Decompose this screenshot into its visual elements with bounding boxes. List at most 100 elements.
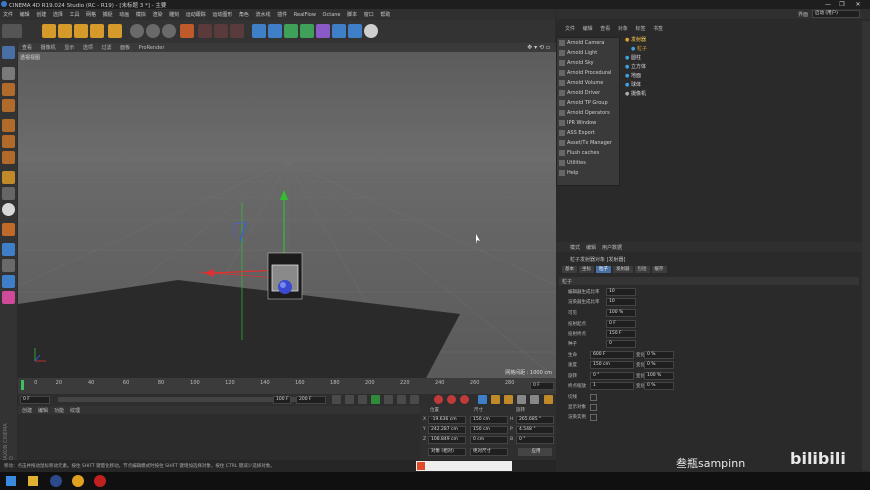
end-frame-field[interactable]: 100 F bbox=[273, 396, 291, 404]
attr-tab-basic[interactable]: 基本 bbox=[562, 266, 577, 273]
menu-item-arnold-camera[interactable]: Arnold Camera bbox=[558, 39, 616, 49]
object-row-particles[interactable]: ● 粒子 bbox=[619, 45, 862, 54]
menu-script[interactable]: 脚本 bbox=[347, 11, 357, 18]
windows-start-icon[interactable] bbox=[6, 476, 16, 486]
menu-render[interactable]: 渲染 bbox=[152, 11, 162, 18]
menu-item-ipr-window[interactable]: IPR Window bbox=[558, 119, 616, 129]
menu-select[interactable]: 选择 bbox=[53, 11, 63, 18]
current-frame-field[interactable]: 0 F bbox=[530, 382, 554, 390]
object-row-sphere[interactable]: ● 球体 bbox=[619, 81, 862, 90]
render-instances-checkbox[interactable] bbox=[590, 414, 597, 421]
keyframe-selection-icon[interactable] bbox=[460, 395, 469, 404]
subdivision-icon[interactable] bbox=[284, 24, 298, 38]
next-frame-icon[interactable] bbox=[384, 395, 393, 404]
param-lifetime-field[interactable]: 600 F bbox=[590, 351, 634, 359]
lock-workplane-icon[interactable] bbox=[2, 223, 15, 236]
size-y-field[interactable]: 150 cm bbox=[470, 426, 508, 434]
object-row-cube[interactable]: ● 立方体 bbox=[619, 63, 862, 72]
vp-menu-options[interactable]: 选项 bbox=[83, 44, 93, 51]
select-tool-icon[interactable] bbox=[42, 24, 56, 38]
position-y-field[interactable]: 242.287 cm bbox=[428, 426, 466, 434]
position-z-field[interactable]: 108.849 cm bbox=[428, 436, 466, 444]
render-view-icon[interactable] bbox=[198, 24, 212, 38]
menu-item-flush-caches[interactable]: Flush caches bbox=[558, 149, 616, 159]
menu-item-asset-tx-manager[interactable]: Asset/Tx Manager bbox=[558, 139, 616, 149]
param-rotation-field[interactable]: 0 ° bbox=[590, 372, 634, 380]
vp-menu-display[interactable]: 显示 bbox=[64, 44, 74, 51]
next-key-icon[interactable] bbox=[397, 395, 406, 404]
param-editor-rate-field[interactable]: 10 bbox=[606, 288, 636, 296]
chrome-icon[interactable] bbox=[72, 475, 84, 487]
max-frame-field[interactable]: 200 F bbox=[296, 396, 326, 404]
close-button[interactable]: ✕ bbox=[852, 1, 864, 8]
menu-item-arnold-volume[interactable]: Arnold Volume bbox=[558, 79, 616, 89]
y-axis-lock-icon[interactable] bbox=[146, 24, 160, 38]
object-row-cylinder[interactable]: ● 圆柱 bbox=[619, 54, 862, 63]
param-visibility-field[interactable]: 100 % bbox=[606, 309, 636, 317]
param-start-emission-field[interactable]: 0 F bbox=[606, 320, 636, 328]
vp-menu-cameras[interactable]: 摄像机 bbox=[41, 44, 56, 51]
file-explorer-icon[interactable] bbox=[28, 476, 38, 486]
object-row-emitter[interactable]: ● 发射器 bbox=[619, 36, 862, 45]
record-icon[interactable] bbox=[434, 395, 443, 404]
menu-create[interactable]: 创建 bbox=[36, 11, 46, 18]
attr-tab-particle[interactable]: 粒子 bbox=[596, 266, 611, 273]
menu-snap[interactable]: 捕捉 bbox=[103, 11, 113, 18]
menu-character[interactable]: 角色 bbox=[239, 11, 249, 18]
menu-realflow[interactable]: RealFlow bbox=[294, 12, 316, 18]
viewport-nav-icons[interactable]: ✥ ▾ ⟲ ▫ bbox=[527, 44, 550, 51]
menu-pipeline[interactable]: 流水线 bbox=[256, 11, 271, 18]
z-axis-lock-icon[interactable] bbox=[162, 24, 176, 38]
param-stop-emission-field[interactable]: 150 F bbox=[606, 330, 636, 338]
cinema4d-task-icon[interactable] bbox=[50, 475, 62, 487]
vp-menu-panel[interactable]: 面板 bbox=[120, 44, 130, 51]
menu-item-arnold-procedural[interactable]: Arnold Procedural bbox=[558, 69, 616, 79]
prev-key-icon[interactable] bbox=[345, 395, 354, 404]
enable-axis-icon[interactable] bbox=[2, 171, 15, 184]
undo-icon[interactable] bbox=[2, 24, 22, 38]
menu-motion-tracker[interactable]: 运动跟踪 bbox=[186, 11, 206, 18]
sculpt-grid-icon[interactable] bbox=[2, 243, 15, 256]
recorder-icon[interactable] bbox=[94, 475, 106, 487]
key-position-icon[interactable] bbox=[478, 395, 487, 404]
menu-edit[interactable]: 编辑 bbox=[20, 11, 30, 18]
attr-tab-cache[interactable]: 缓存 bbox=[651, 266, 667, 273]
x-axis-lock-icon[interactable] bbox=[130, 24, 144, 38]
render-settings-icon[interactable] bbox=[230, 24, 244, 38]
menu-item-arnold-driver[interactable]: Arnold Driver bbox=[558, 89, 616, 99]
om-tab-tags[interactable]: 标签 bbox=[635, 25, 645, 32]
menu-animate[interactable]: 动画 bbox=[119, 11, 129, 18]
vp-menu-view[interactable]: 查看 bbox=[22, 44, 32, 51]
floor-icon[interactable] bbox=[332, 24, 346, 38]
size-z-field[interactable]: 0 cm bbox=[470, 436, 508, 444]
menu-mesh[interactable]: 网格 bbox=[86, 11, 96, 18]
workplane-mode-icon[interactable] bbox=[2, 99, 15, 112]
attr-tab-coord[interactable]: 坐标 bbox=[579, 266, 594, 273]
param-end-scale-variation-field[interactable]: 0 % bbox=[644, 382, 674, 390]
layout-dropdown[interactable]: 启动 (用户) bbox=[812, 10, 860, 18]
attr-tab-emitter[interactable]: 发射器 bbox=[613, 266, 633, 273]
minimize-button[interactable]: — bbox=[822, 1, 834, 8]
key-scale-icon[interactable] bbox=[491, 395, 500, 404]
rotation-p-field[interactable]: 4.548 ° bbox=[516, 426, 554, 434]
recent-tool-icon[interactable] bbox=[108, 24, 122, 38]
mat-menu-function[interactable]: 功能 bbox=[54, 407, 64, 414]
scale-tool-icon[interactable] bbox=[74, 24, 88, 38]
light-icon[interactable] bbox=[364, 24, 378, 38]
param-seed-field[interactable]: 0 bbox=[606, 340, 636, 348]
position-x-field[interactable]: -19.636 cm bbox=[428, 416, 466, 424]
attr-tab-include[interactable]: 包括 bbox=[634, 266, 650, 273]
menu-octane[interactable]: Octane bbox=[323, 12, 341, 18]
right-edge-tabs[interactable] bbox=[862, 21, 870, 471]
maximize-button[interactable]: ❐ bbox=[836, 1, 848, 8]
coordinate-system-icon[interactable] bbox=[180, 24, 194, 38]
param-speed-field[interactable]: 150 cm bbox=[590, 361, 634, 369]
menu-tools[interactable]: 工具 bbox=[69, 11, 79, 18]
move-tool-icon[interactable] bbox=[58, 24, 72, 38]
preview-range-slider[interactable] bbox=[58, 397, 308, 402]
make-editable-icon[interactable] bbox=[2, 46, 15, 59]
menu-item-arnold-light[interactable]: Arnold Light bbox=[558, 49, 616, 59]
menu-item-arnold-operators[interactable]: Arnold Operators bbox=[558, 109, 616, 119]
param-end-scale-field[interactable]: 1 bbox=[590, 382, 634, 390]
attr-tab-mode[interactable]: 模式 bbox=[570, 244, 580, 251]
